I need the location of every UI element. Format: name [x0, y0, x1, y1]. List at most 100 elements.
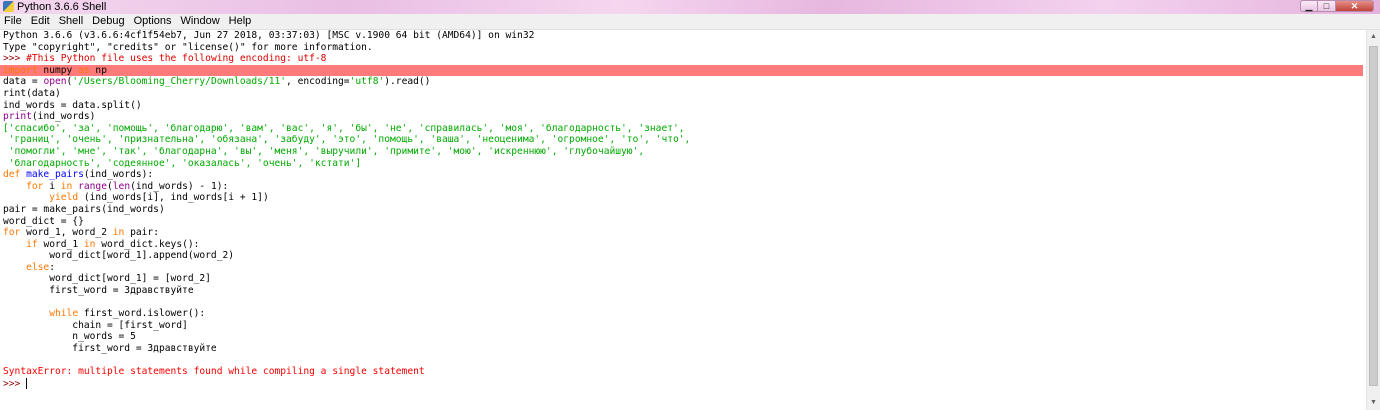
shell-line: 'благодарность', 'содеянное', 'оказалась… [0, 158, 1366, 170]
text-cursor [26, 377, 28, 389]
code-token: in [83, 238, 96, 250]
shell-line: SyntaxError: multiple statements found w… [0, 366, 1366, 378]
menu-shell[interactable]: Shell [55, 14, 88, 29]
scrollbar-thumb[interactable] [1369, 46, 1378, 386]
close-button[interactable]: ✕ [1336, 0, 1374, 12]
code-token: np [89, 64, 107, 76]
menu-options[interactable]: Options [130, 14, 177, 29]
shell-line: for i in range(len(ind_words) - 1): [0, 181, 1366, 193]
shell-line: Type "copyright", "credits" or "license(… [0, 42, 1366, 54]
code-token: import [3, 64, 38, 76]
code-token: word_1 [37, 238, 84, 250]
code-token: >>> [3, 378, 27, 390]
shell-line: print(ind_words) [0, 111, 1366, 123]
window-controls: ▁ □ ✕ [1300, 0, 1374, 12]
code-token: (ind_words) - 1): [130, 180, 229, 192]
code-token: word_dict = {} [3, 215, 84, 227]
code-token: word_dict[word_1].append(word_2) [3, 250, 235, 262]
menu-file[interactable]: File [0, 14, 27, 29]
code-token: def [3, 169, 21, 181]
shell-line: yield (ind_words[i], ind_words[i + 1]) [0, 192, 1366, 204]
code-token: word_dict[word_1] = [word_2] [3, 273, 211, 285]
code-token: 'помогли', 'мне', 'так', 'благодарна', '… [3, 145, 645, 157]
shell-line: def make_pairs(ind_words): [0, 169, 1366, 181]
title-bar[interactable]: Python 3.6.6 Shell ▁ □ ✕ [0, 0, 1380, 14]
code-token: ).read() [384, 76, 431, 88]
code-token: (ind_words): [83, 169, 154, 181]
code-token: #This Python file uses the following enc… [26, 53, 327, 65]
code-token: SyntaxError: multiple statements found w… [3, 366, 425, 378]
code-token: i [43, 180, 61, 192]
shell-line: n_words = 5 [0, 331, 1366, 343]
code-token: as [78, 64, 90, 76]
code-token: '/Users/Blooming_Cherry/Downloads/11' [72, 76, 287, 88]
shell-line: word_dict = {} [0, 216, 1366, 228]
shell-line: ind_words = data.split() [0, 100, 1366, 112]
code-token: 'utf8' [349, 76, 385, 88]
code-token: range [78, 180, 107, 192]
shell-line: else: [0, 262, 1366, 274]
code-token: word_1, word_2 [20, 227, 113, 239]
code-token: in [112, 227, 125, 239]
code-token: data = [3, 76, 44, 88]
shell-line: for word_1, word_2 in pair: [0, 227, 1366, 239]
shell-line: >>> [0, 377, 1366, 390]
shell-text-area[interactable]: Python 3.6.6 (v3.6.6:4cf1f54eb7, Jun 27 … [0, 30, 1366, 410]
shell-line: 'помогли', 'мне', 'так', 'благодарна', '… [0, 146, 1366, 158]
shell-line: Python 3.6.6 (v3.6.6:4cf1f54eb7, Jun 27 … [0, 30, 1366, 42]
code-token: pair: [124, 227, 159, 239]
code-token: 'границ', 'очень', 'признательна', 'обяз… [3, 134, 691, 146]
shell-line: rint(data) [0, 88, 1366, 100]
code-token: , encoding= [286, 76, 350, 88]
code-token: for [26, 180, 44, 192]
scroll-up-arrow-icon[interactable]: ▲ [1367, 30, 1380, 44]
code-token: yield [49, 192, 79, 204]
code-token: pair = make_pairs(ind_words) [3, 203, 165, 215]
shell-line: word_dict[word_1].append(word_2) [0, 250, 1366, 262]
code-token: numpy [37, 64, 79, 76]
code-token: first_word = Здравствуйте [3, 285, 194, 297]
shell-line: 'границ', 'очень', 'признательна', 'обяз… [0, 134, 1366, 146]
shell-line: data = open('/Users/Blooming_Cherry/Down… [0, 76, 1366, 88]
code-token: ['спасибо', 'за', 'помощь', 'благодарю',… [3, 122, 685, 134]
shell-line: import numpy as np [0, 64, 1363, 77]
code-token: first_word.islower(): [78, 308, 206, 320]
code-token: ind_words = data.split() [3, 99, 142, 111]
code-token: (ind_words) [31, 111, 96, 123]
minimize-button[interactable]: ▁ [1300, 0, 1318, 12]
code-token: >>> [3, 53, 27, 65]
shell-line: ['спасибо', 'за', 'помощь', 'благодарю',… [0, 123, 1366, 135]
shell-line: first_word = Здравствуйте [0, 285, 1366, 297]
shell-line: if word_1 in word_dict.keys(): [0, 239, 1366, 251]
vertical-scrollbar[interactable]: ▲ ▼ [1366, 30, 1380, 410]
menu-edit[interactable]: Edit [27, 14, 55, 29]
window-title: Python 3.6.6 Shell [17, 1, 107, 13]
code-token: first_word = Здравствуйте [3, 343, 217, 355]
shell-line: while first_word.islower(): [0, 308, 1366, 320]
menu-window[interactable]: Window [177, 14, 225, 29]
code-token: word_dict.keys(): [95, 238, 200, 250]
menu-debug[interactable]: Debug [88, 14, 129, 29]
python-icon [3, 1, 14, 12]
code-token: print [3, 111, 32, 123]
code-token: n_words = 5 [3, 331, 136, 343]
code-token: 'благодарность', 'содеянное', 'оказалась… [3, 157, 362, 169]
maximize-button[interactable]: □ [1318, 0, 1336, 12]
menu-help[interactable]: Help [225, 14, 257, 29]
code-token: make_pairs [26, 169, 84, 181]
code-token: in [60, 180, 73, 192]
code-token: Type "copyright", "credits" or "license(… [3, 41, 373, 53]
shell-line: pair = make_pairs(ind_words) [0, 204, 1366, 216]
code-token: (ind_words[i], ind_words[i + 1]) [78, 192, 269, 204]
code-token: for [3, 227, 21, 239]
shell-line: first_word = Здравствуйте [0, 343, 1366, 355]
code-token: else [26, 261, 50, 273]
scroll-down-arrow-icon[interactable]: ▼ [1367, 396, 1380, 410]
code-token: open [43, 76, 67, 88]
